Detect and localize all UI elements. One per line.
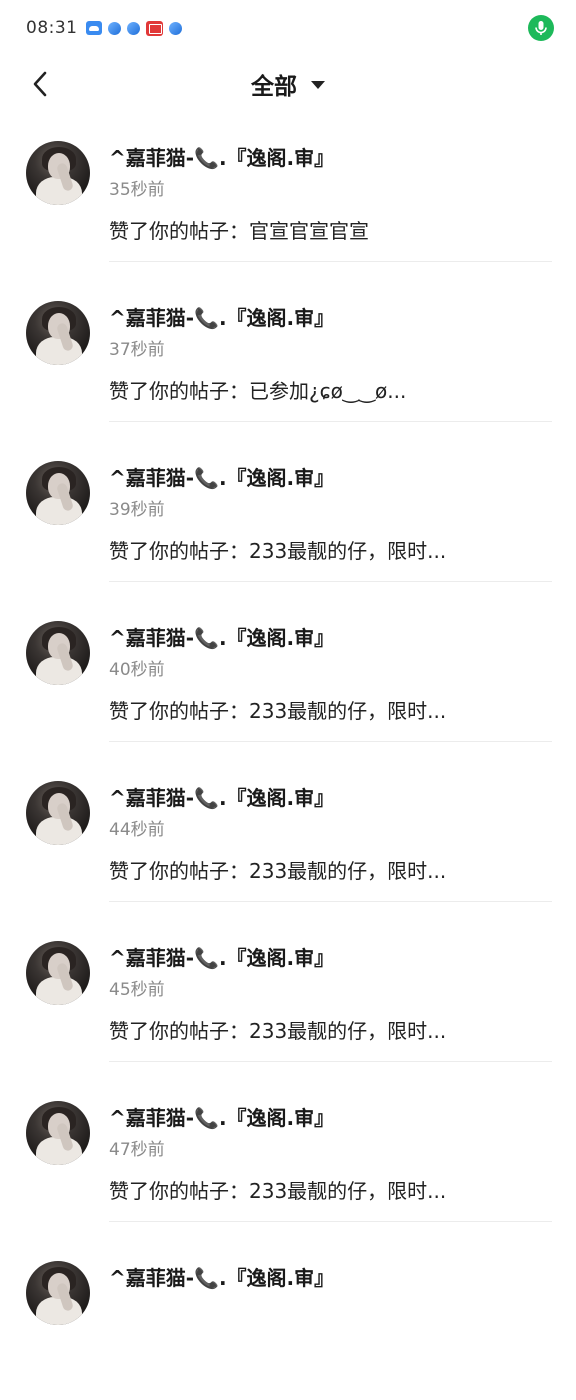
cloud-icon bbox=[85, 21, 102, 35]
divider bbox=[109, 261, 552, 262]
user-name: ^嘉菲猫-📞.『逸阁.审』 bbox=[109, 146, 335, 170]
avatar[interactable] bbox=[26, 461, 90, 525]
user-name: ^嘉菲猫-📞.『逸阁.审』 bbox=[109, 786, 335, 810]
avatar[interactable] bbox=[26, 941, 90, 1005]
divider bbox=[109, 901, 552, 902]
user-name: ^嘉菲猫-📞.『逸阁.审』 bbox=[109, 1106, 335, 1130]
user-name: ^嘉菲猫-📞.『逸阁.审』 bbox=[109, 626, 335, 650]
notification-text: 赞了你的帖子：233最靓的仔，限时... bbox=[109, 1019, 447, 1043]
notification-list: ^嘉菲猫-📞.『逸阁.审』 35秒前 赞了你的帖子：官宣官宣官宣 ^嘉菲猫-📞.… bbox=[0, 120, 576, 1400]
list-item[interactable]: ^嘉菲猫-📞.『逸阁.审』 45秒前 赞了你的帖子：233最靓的仔，限时... bbox=[0, 920, 576, 1080]
user-name: ^嘉菲猫-📞.『逸阁.审』 bbox=[109, 306, 335, 330]
divider bbox=[109, 1061, 552, 1062]
status-bar: 08:31 bbox=[0, 0, 576, 56]
timestamp: 44秒前 bbox=[109, 820, 165, 840]
timestamp: 45秒前 bbox=[109, 980, 165, 1000]
notification-text: 赞了你的帖子：233最靓的仔，限时... bbox=[109, 699, 447, 723]
list-item[interactable]: ^嘉菲猫-📞.『逸阁.审』 44秒前 赞了你的帖子：233最靓的仔，限时... bbox=[0, 760, 576, 920]
timestamp: 40秒前 bbox=[109, 660, 165, 680]
list-item[interactable]: ^嘉菲猫-📞.『逸阁.审』 39秒前 赞了你的帖子：233最靓的仔，限时... bbox=[0, 440, 576, 600]
user-name: ^嘉菲猫-📞.『逸阁.审』 bbox=[109, 946, 335, 970]
notification-text: 赞了你的帖子：233最靓的仔，限时... bbox=[109, 859, 447, 883]
list-item[interactable]: ^嘉菲猫-📞.『逸阁.审』 bbox=[0, 1240, 576, 1400]
avatar[interactable] bbox=[26, 1101, 90, 1165]
browser-icon bbox=[126, 21, 140, 35]
browser-icon bbox=[107, 21, 121, 35]
avatar[interactable] bbox=[26, 781, 90, 845]
divider bbox=[109, 1221, 552, 1222]
timestamp: 47秒前 bbox=[109, 1140, 165, 1160]
browser-icon bbox=[168, 21, 182, 35]
notification-icons bbox=[85, 20, 182, 36]
timestamp: 37秒前 bbox=[109, 340, 165, 360]
list-item[interactable]: ^嘉菲猫-📞.『逸阁.审』 47秒前 赞了你的帖子：233最靓的仔，限时... bbox=[0, 1080, 576, 1240]
avatar[interactable] bbox=[26, 621, 90, 685]
status-time: 08:31 bbox=[26, 18, 78, 38]
avatar[interactable] bbox=[26, 1261, 90, 1325]
list-item[interactable]: ^嘉菲猫-📞.『逸阁.审』 40秒前 赞了你的帖子：233最靓的仔，限时... bbox=[0, 600, 576, 760]
avatar[interactable] bbox=[26, 141, 90, 205]
page-title: 全部 bbox=[251, 74, 297, 100]
divider bbox=[109, 741, 552, 742]
caret-down-icon bbox=[311, 81, 325, 89]
header: 全部 bbox=[0, 56, 576, 112]
list-item[interactable]: ^嘉菲猫-📞.『逸阁.审』 37秒前 赞了你的帖子：已参加¿ɕø‿‿ø... bbox=[0, 280, 576, 440]
timestamp: 35秒前 bbox=[109, 180, 165, 200]
user-name: ^嘉菲猫-📞.『逸阁.审』 bbox=[109, 1266, 335, 1290]
divider bbox=[109, 421, 552, 422]
filter-dropdown[interactable]: 全部 bbox=[0, 66, 576, 102]
microphone-icon bbox=[528, 15, 554, 41]
list-item[interactable]: ^嘉菲猫-📞.『逸阁.审』 35秒前 赞了你的帖子：官宣官宣官宣 bbox=[0, 120, 576, 280]
user-name: ^嘉菲猫-📞.『逸阁.审』 bbox=[109, 466, 335, 490]
notification-text: 赞了你的帖子：233最靓的仔，限时... bbox=[109, 1179, 447, 1203]
avatar[interactable] bbox=[26, 301, 90, 365]
divider bbox=[109, 581, 552, 582]
mail-icon bbox=[145, 20, 163, 36]
notification-text: 赞了你的帖子：已参加¿ɕø‿‿ø... bbox=[109, 379, 407, 403]
notification-text: 赞了你的帖子：官宣官宣官宣 bbox=[109, 219, 369, 243]
timestamp: 39秒前 bbox=[109, 500, 165, 520]
notification-text: 赞了你的帖子：233最靓的仔，限时... bbox=[109, 539, 447, 563]
